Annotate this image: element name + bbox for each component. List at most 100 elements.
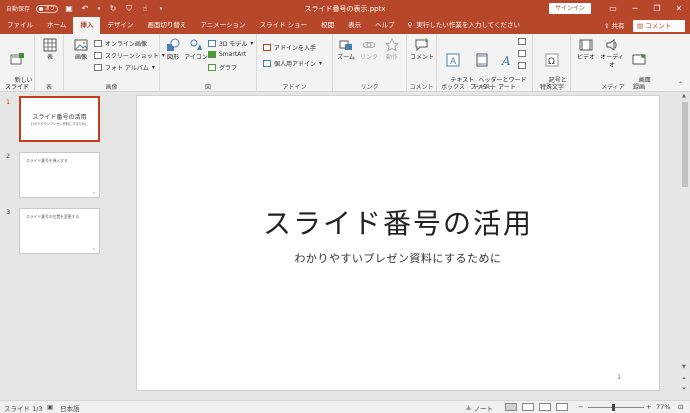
slide-canvas[interactable]: スライド番号の活用 わかりやすいプレゼン資料にするために 1 <box>136 95 660 391</box>
thumbnail-title: スライド番号の位置を変更する <box>26 214 80 219</box>
thumbnail-page-number: 2 <box>93 191 95 195</box>
customize-qat-icon[interactable]: ▾ <box>156 6 166 12</box>
zoom-button[interactable]: ズーム <box>335 38 357 62</box>
undo-icon[interactable]: ↶ <box>80 4 90 13</box>
save-icon[interactable]: ▣ <box>64 4 74 13</box>
maximize-icon[interactable]: ❐ <box>646 0 668 17</box>
slide-thumbnail-3[interactable]: スライド番号の位置を変更する 3 <box>19 208 100 254</box>
tab-transitions[interactable]: 画面切り替え <box>140 17 193 34</box>
slide-thumbnail-pane: 1 スライド番号の活用 わかりやすいプレゼン資料にするために 2 スライド番号を… <box>0 92 113 400</box>
symbols-label: 記号と 特殊文字 <box>539 76 567 92</box>
picture-button[interactable]: 画像 <box>70 38 92 62</box>
reading-view-button[interactable] <box>539 403 551 411</box>
close-icon[interactable]: ✕ <box>668 0 690 17</box>
video-icon <box>579 39 593 51</box>
icons-button[interactable]: アイコン <box>184 38 208 62</box>
group-label-addins: アドイン <box>282 84 307 91</box>
tab-design[interactable]: デザイン <box>100 17 140 34</box>
group-label-images: 画像 <box>105 84 118 91</box>
action-button[interactable]: 動作 <box>381 38 403 62</box>
fit-to-window-icon[interactable]: ⊡ <box>678 403 683 411</box>
tab-review[interactable]: 校閲 <box>314 17 341 34</box>
share-button[interactable]: ⇪ 共有 <box>600 20 629 32</box>
tell-me-placeholder: 実行したい作業を入力してください <box>416 21 521 29</box>
zoom-out-icon[interactable]: − <box>578 403 583 411</box>
scrollbar-thumb[interactable] <box>682 102 688 187</box>
ribbon-display-options-icon[interactable]: ▭ <box>602 0 624 17</box>
tab-animations[interactable]: アニメーション <box>193 17 252 34</box>
tab-home[interactable]: ホーム <box>40 17 73 34</box>
slideshow-view-button[interactable] <box>556 403 568 411</box>
toggle-dot <box>39 6 44 11</box>
touch-mode-icon[interactable]: ☝ <box>140 4 150 13</box>
zoom-slider-track[interactable] <box>588 407 644 408</box>
new-comment-button[interactable]: コメント <box>410 38 434 62</box>
scroll-down-icon[interactable]: ▼ <box>682 364 686 370</box>
zoom-label: ズーム <box>337 54 355 61</box>
spellcheck-icon[interactable]: ▣ <box>47 403 53 411</box>
my-addins-button[interactable]: 個人用アドイン ▾ <box>263 59 322 68</box>
action-star-icon <box>385 38 399 52</box>
comments-button[interactable]: ▤ コメント <box>633 20 685 32</box>
previous-slide-icon[interactable]: ⏶ <box>682 376 686 382</box>
header-footer-icon <box>476 53 488 67</box>
notes-button[interactable]: ≜ ノート <box>466 403 493 413</box>
get-addins-button[interactable]: アドインを入手 <box>263 43 316 52</box>
group-slides: 新しい スライド スライド <box>0 34 35 92</box>
collapse-ribbon-icon[interactable]: ⌃ <box>678 81 683 88</box>
photo-album-button[interactable]: フォト アルバム ▾ <box>94 63 155 72</box>
online-pictures-button[interactable]: オンライン画像 <box>94 39 147 48</box>
normal-view-button[interactable] <box>505 403 517 411</box>
next-slide-icon[interactable]: ⏷ <box>682 386 686 392</box>
zoom-level[interactable]: 77% <box>656 403 670 411</box>
3d-models-button[interactable]: 3D モデル ▾ <box>208 39 253 48</box>
slide-sorter-view-button[interactable] <box>522 403 534 411</box>
tab-help[interactable]: ヘルプ <box>368 17 402 34</box>
slide-thumbnail-2[interactable]: スライド番号を挿入する 2 <box>19 152 100 198</box>
chart-button[interactable]: グラフ <box>208 63 237 72</box>
tab-view[interactable]: 表示 <box>341 17 368 34</box>
online-pictures-label: オンライン画像 <box>105 41 148 48</box>
language-indicator[interactable]: 日本語 <box>60 403 80 413</box>
minimize-icon[interactable]: ─ <box>624 0 646 17</box>
comment-label: コメント <box>410 54 435 61</box>
zoom-in-icon[interactable]: + <box>646 403 651 411</box>
autosave-label: 自動保存 <box>6 6 31 13</box>
tab-insert[interactable]: 挿入 <box>73 17 101 34</box>
photo-album-label: フォト アルバム <box>105 65 149 72</box>
vertical-scrollbar[interactable]: ▲ ▼ ⏶ ⏷ <box>680 92 690 400</box>
audio-button[interactable]: オーディオ <box>598 38 626 69</box>
smartart-button[interactable]: SmartArt <box>208 51 246 58</box>
slide-subtitle[interactable]: わかりやすいプレゼン資料にするために <box>137 250 659 266</box>
cube-icon <box>208 40 216 47</box>
shapes-button[interactable]: 図形 <box>163 38 183 62</box>
autosave-toggle[interactable]: オフ <box>36 4 59 13</box>
symbols-button[interactable]: Ω 記号と 特殊文字 <box>536 38 568 99</box>
sign-in-button[interactable]: サインイン <box>549 3 591 14</box>
undo-dropdown-icon[interactable]: ▾ <box>96 6 102 12</box>
zoom-slider-knob[interactable] <box>612 404 615 411</box>
screen-recording-icon <box>632 54 646 65</box>
group-label-slides: スライド <box>4 84 29 91</box>
date-time-button[interactable] <box>518 38 526 45</box>
screenshot-button[interactable]: スクリーンショット ▾ <box>94 51 165 60</box>
tab-slideshow[interactable]: スライド ショー <box>253 17 315 34</box>
slide-thumbnail-1[interactable]: スライド番号の活用 わかりやすいプレゼン資料にするために <box>19 96 100 142</box>
video-button[interactable]: ビデオ <box>575 38 597 62</box>
tell-me-search[interactable]: ⚲ 実行したい作業を入力してください <box>402 17 520 34</box>
present-icon[interactable]: ⛉ <box>124 4 134 14</box>
slide-counter: スライド 1/3 <box>4 405 43 413</box>
table-button[interactable]: 表 <box>39 38 61 62</box>
object-button[interactable] <box>518 62 526 69</box>
redo-icon[interactable]: ↻ <box>108 4 118 13</box>
ribbon-tabs: ファイル ホーム 挿入 デザイン 画面切り替え アニメーション スライド ショー… <box>0 17 690 34</box>
group-symbols: Ω 記号と 特殊文字 <box>533 34 571 92</box>
tab-file[interactable]: ファイル <box>0 17 40 34</box>
scroll-up-icon[interactable]: ▲ <box>682 93 686 99</box>
slide-title[interactable]: スライド番号の活用 <box>137 202 659 242</box>
screenshot-icon <box>94 52 102 59</box>
my-addins-label: 個人用アドイン <box>274 61 317 68</box>
link-button[interactable]: リンク <box>358 38 380 62</box>
dropdown-arrow-icon: ▾ <box>319 60 323 67</box>
slide-number-button[interactable] <box>518 50 526 57</box>
